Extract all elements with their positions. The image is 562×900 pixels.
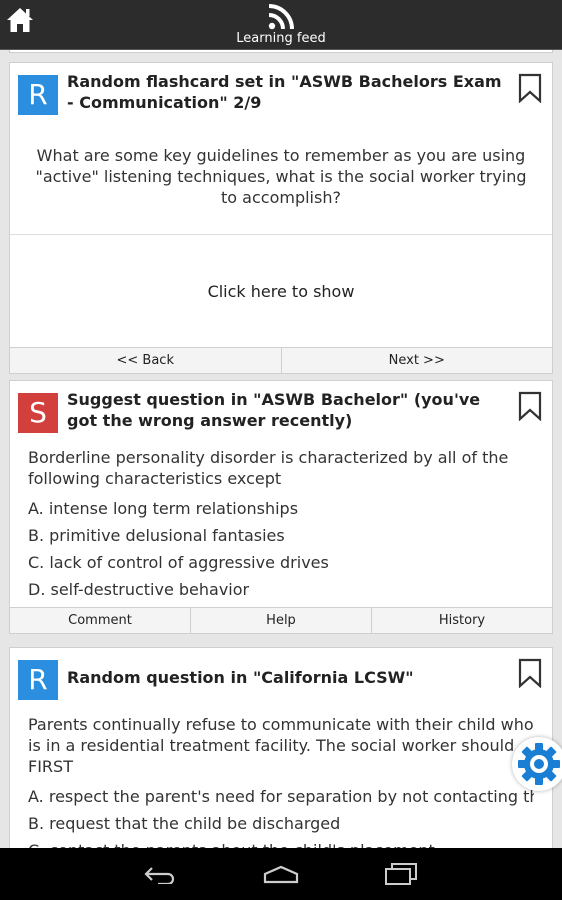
- flashcard-question: What are some key guidelines to remember…: [35, 146, 527, 207]
- back-icon: [144, 867, 175, 884]
- answer-option[interactable]: C. lack of control of aggressive drives: [28, 549, 534, 576]
- card-header: S Suggest question in "ASWB Bachelor" (y…: [10, 381, 552, 443]
- question-text: Borderline personality disorder is chara…: [28, 448, 509, 488]
- learning-feed-tab[interactable]: Learning feed: [230, 0, 332, 50]
- card-title: Random flashcard set in "ASWB Bachelors …: [67, 72, 502, 112]
- nav-back-button[interactable]: [141, 860, 181, 888]
- question-text: Parents continually refuse to communicat…: [28, 715, 534, 776]
- show-answer-area[interactable]: Click here to show: [10, 235, 552, 347]
- next-button[interactable]: Next >>: [282, 348, 553, 373]
- flashcard-card: R Random flashcard set in "ASWB Bachelor…: [9, 62, 553, 374]
- answer-option[interactable]: B. request that the child be discharged: [28, 810, 534, 837]
- card-badge: R: [18, 660, 58, 700]
- back-button[interactable]: << Back: [10, 348, 282, 373]
- card-title: Random question in "California LCSW": [67, 668, 414, 687]
- flashcard-nav: << Back Next >>: [10, 347, 552, 373]
- system-nav-bar: [0, 848, 562, 900]
- action-bar: Learning feed: [0, 0, 562, 50]
- previous-card-bottom: [9, 50, 553, 53]
- answer-option[interactable]: B. primitive delusional fantasies: [28, 522, 534, 549]
- suggested-question-card: S Suggest question in "ASWB Bachelor" (y…: [9, 380, 553, 634]
- feed-title: Learning feed: [236, 31, 326, 46]
- feed-list[interactable]: R Random flashcard set in "ASWB Bachelor…: [0, 50, 562, 848]
- history-button[interactable]: History: [372, 608, 552, 633]
- answer-option[interactable]: D. self-destructive behavior: [28, 576, 534, 603]
- recents-icon: [385, 863, 417, 885]
- random-question-card: R Random question in "California LCSW" P…: [9, 647, 553, 848]
- answer-list: A. intense long term relationships B. pr…: [10, 489, 552, 607]
- nav-recents-button[interactable]: [381, 860, 421, 888]
- comment-button[interactable]: Comment: [10, 608, 191, 633]
- answer-option[interactable]: A. intense long term relationships: [28, 495, 534, 522]
- answer-option[interactable]: C. contact the parents about the child's…: [28, 837, 534, 848]
- card-header: R Random question in "California LCSW": [10, 648, 552, 710]
- home-button[interactable]: [0, 0, 40, 40]
- card-badge: R: [18, 75, 58, 115]
- card-header: R Random flashcard set in "ASWB Bachelor…: [10, 63, 552, 125]
- home-icon: [7, 8, 33, 32]
- question-actions: Comment Help History: [10, 607, 552, 633]
- rss-icon: [268, 4, 294, 30]
- nav-home-icon: [263, 865, 299, 884]
- help-button[interactable]: Help: [191, 608, 372, 633]
- card-title: Suggest question in "ASWB Bachelor" (you…: [67, 390, 481, 430]
- show-answer-label: Click here to show: [207, 281, 355, 301]
- bookmark-icon[interactable]: [518, 391, 542, 421]
- answer-option[interactable]: A. respect the parent's need for separat…: [28, 783, 534, 810]
- nav-home-button[interactable]: [261, 860, 301, 888]
- bookmark-icon[interactable]: [518, 73, 542, 103]
- answer-list: A. respect the parent's need for separat…: [10, 777, 552, 848]
- card-badge: S: [18, 393, 58, 433]
- gear-icon: [518, 743, 560, 785]
- bookmark-icon[interactable]: [518, 658, 542, 688]
- settings-button[interactable]: [512, 737, 562, 791]
